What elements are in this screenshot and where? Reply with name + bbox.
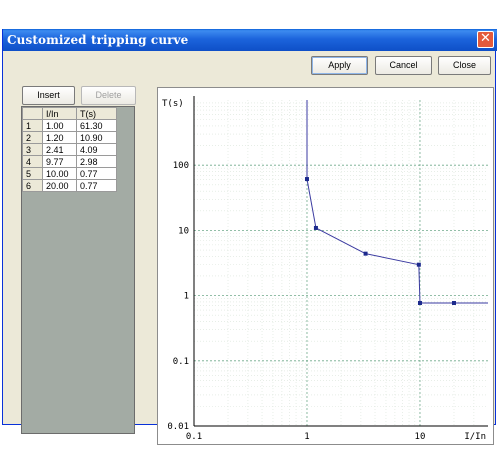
cell-i-in[interactable]: 9.77	[42, 155, 77, 168]
delete-button: Delete	[81, 86, 136, 105]
table-row[interactable]: 1 1.00 61.30	[22, 119, 117, 132]
cell-i-in[interactable]: 10.00	[42, 167, 77, 180]
y-tick-label: 0.01	[167, 422, 189, 432]
tripping-curve-chart[interactable]: 0.010.11101000.1 1 10T(s)I/In	[158, 88, 493, 444]
chart-panel[interactable]: 0.01 0.1 1 10 100 0.1 1 10 T(s) I/In	[157, 87, 494, 445]
y-tick-label: 10	[178, 226, 189, 236]
table-row[interactable]: 5 10.00 0.77	[22, 167, 117, 180]
x-tick-label: 10	[415, 432, 426, 442]
curve-point-marker[interactable]	[451, 301, 456, 306]
cancel-button[interactable]: Cancel	[375, 56, 432, 75]
close-button[interactable]: Close	[438, 56, 491, 75]
data-grid[interactable]: I/In T(s) 1 1.00 61.30 2 1.20 10.90 3 2.…	[21, 106, 135, 434]
y-tick-label: 1	[184, 292, 189, 302]
row-index: 3	[22, 143, 43, 156]
cell-t[interactable]: 0.77	[76, 179, 117, 192]
table-row[interactable]: 3 2.41 4.09	[22, 143, 117, 156]
curve-point-marker[interactable]	[313, 225, 318, 230]
y-tick-label: 0.1	[173, 357, 189, 367]
points-table: I/In T(s) 1 1.00 61.30 2 1.20 10.90 3 2.…	[22, 107, 117, 192]
table-row[interactable]: 4 9.77 2.98	[22, 155, 117, 168]
column-header-i-in[interactable]: I/In	[42, 107, 77, 120]
column-header-t[interactable]: T(s)	[76, 107, 117, 120]
table-header-row: I/In T(s)	[22, 107, 117, 120]
row-header-corner	[22, 107, 43, 120]
row-index: 4	[22, 155, 43, 168]
cell-i-in[interactable]: 1.00	[42, 119, 77, 132]
cell-t[interactable]: 2.98	[76, 155, 117, 168]
table-row[interactable]: 2 1.20 10.90	[22, 131, 117, 144]
row-index: 1	[22, 119, 43, 132]
curve-point-marker[interactable]	[304, 177, 309, 182]
curve-point-marker[interactable]	[363, 251, 368, 256]
curve-segment	[418, 264, 421, 304]
tripping-curve-window: Customized tripping curve ✕ Apply Cancel…	[2, 29, 497, 445]
table-row[interactable]: 6 20.00 0.77	[22, 179, 117, 192]
x-tick-label: 1	[304, 432, 309, 442]
cell-t[interactable]: 4.09	[76, 143, 117, 156]
cell-t[interactable]: 61.30	[76, 119, 117, 132]
close-icon[interactable]: ✕	[477, 31, 494, 48]
y-axis-title: T(s)	[162, 99, 184, 109]
x-tick-label: 0.1	[186, 432, 202, 442]
window-title: Customized tripping curve	[7, 33, 189, 47]
x-axis-title: I/In	[464, 432, 486, 442]
row-index: 2	[22, 131, 43, 144]
row-index: 5	[22, 167, 43, 180]
curve-point-marker[interactable]	[417, 301, 422, 306]
apply-button[interactable]: Apply	[311, 56, 368, 75]
cell-i-in[interactable]: 1.20	[42, 131, 77, 144]
insert-button[interactable]: Insert	[22, 86, 75, 105]
cell-t[interactable]: 10.90	[76, 131, 117, 144]
cell-i-in[interactable]: 20.00	[42, 179, 77, 192]
cell-t[interactable]: 0.77	[76, 167, 117, 180]
curve-point-marker[interactable]	[416, 262, 421, 267]
title-bar[interactable]: Customized tripping curve ✕	[3, 29, 497, 51]
row-index: 6	[22, 179, 43, 192]
curve-segment	[306, 178, 317, 229]
y-tick-label: 100	[173, 161, 189, 171]
curve-segment	[365, 253, 419, 266]
cell-i-in[interactable]: 2.41	[42, 143, 77, 156]
